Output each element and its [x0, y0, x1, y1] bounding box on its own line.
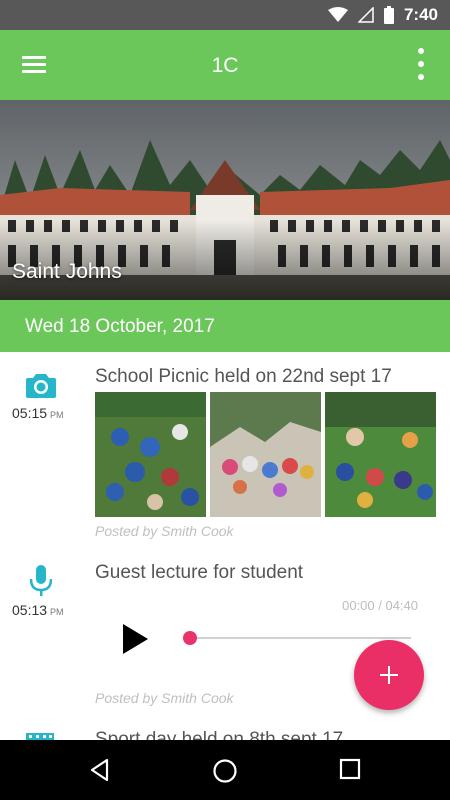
more-options-button[interactable] — [416, 48, 426, 82]
post-time: 05:15 PM — [12, 405, 64, 421]
recents-button[interactable] — [339, 758, 361, 780]
audio-seek-thumb[interactable] — [183, 631, 197, 645]
page-title: 1C — [211, 54, 239, 77]
play-icon — [123, 624, 148, 654]
audio-duration: 00:00 / 04:40 — [342, 598, 418, 613]
feed-post-video[interactable]: Sport day held on 8th sept 17 — [0, 717, 450, 740]
camera-icon — [26, 374, 56, 398]
microphone-icon — [30, 565, 52, 596]
post-time: 05:13 PM — [12, 602, 64, 618]
audio-seek-bar[interactable] — [190, 637, 411, 639]
play-button[interactable] — [120, 623, 150, 655]
system-nav-bar — [0, 740, 450, 800]
add-post-button[interactable] — [354, 640, 424, 710]
photo-thumbnail[interactable] — [325, 392, 436, 517]
photo-thumbnail[interactable] — [210, 392, 321, 517]
school-cover-image: Saint Johns — [0, 100, 450, 300]
posted-by: Posted by Smith Cook — [95, 523, 234, 539]
post-title: School Picnic held on 22nd sept 17 — [95, 366, 392, 387]
date-label: Wed 18 October, 2017 — [25, 316, 215, 337]
battery-icon — [383, 6, 394, 24]
home-button[interactable] — [212, 758, 238, 784]
photo-gallery — [95, 392, 436, 517]
home-icon — [213, 759, 237, 783]
film-icon — [26, 733, 54, 740]
status-bar: 7:40 — [0, 0, 450, 30]
posted-by: Posted by Smith Cook — [95, 690, 234, 706]
signal-icon — [357, 7, 374, 23]
back-icon — [90, 758, 109, 782]
post-title: Sport day held on 8th sept 17 — [95, 729, 344, 740]
more-vert-icon — [418, 48, 424, 54]
recents-icon — [339, 758, 361, 780]
app-bar: 1C — [0, 30, 450, 100]
wifi-icon — [327, 7, 348, 22]
photo-thumbnail[interactable] — [95, 392, 206, 517]
status-time: 7:40 — [403, 5, 438, 24]
back-button[interactable] — [88, 758, 112, 782]
post-title: Guest lecture for student — [95, 562, 304, 583]
school-name: Saint Johns — [12, 260, 122, 283]
date-header: Wed 18 October, 2017 — [0, 300, 450, 352]
feed-post-photos[interactable]: 05:15 PM School Picnic held on 22nd sept … — [0, 352, 450, 547]
